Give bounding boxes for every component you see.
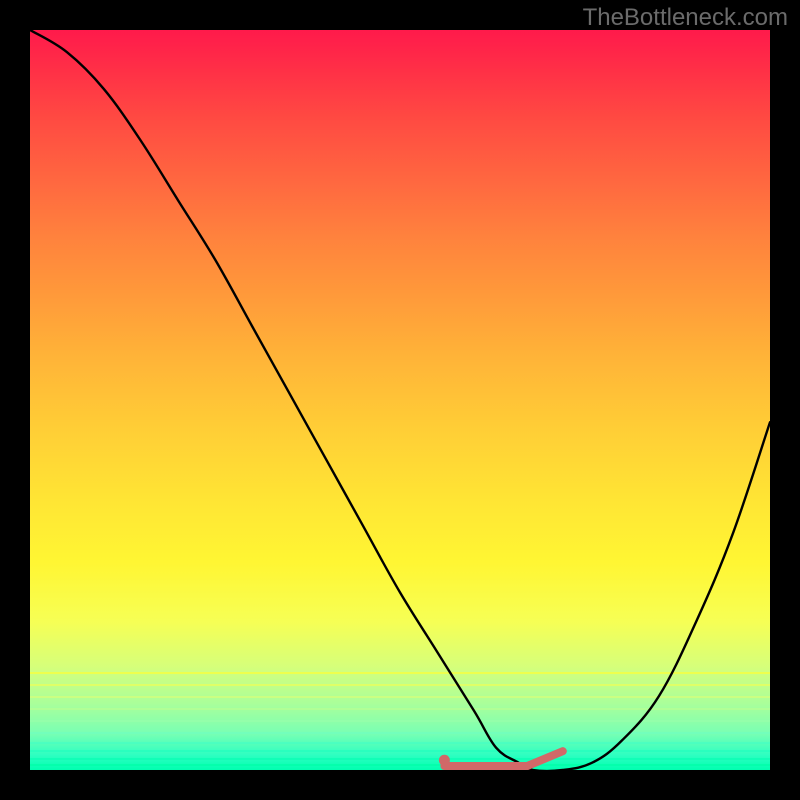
highlight-dot [439,755,450,766]
chart-root: TheBottleneck.com [0,0,800,800]
curve-svg [30,30,770,770]
bottleneck-curve [30,30,770,770]
watermark-text: TheBottleneck.com [583,4,788,32]
plot-area [30,30,770,770]
